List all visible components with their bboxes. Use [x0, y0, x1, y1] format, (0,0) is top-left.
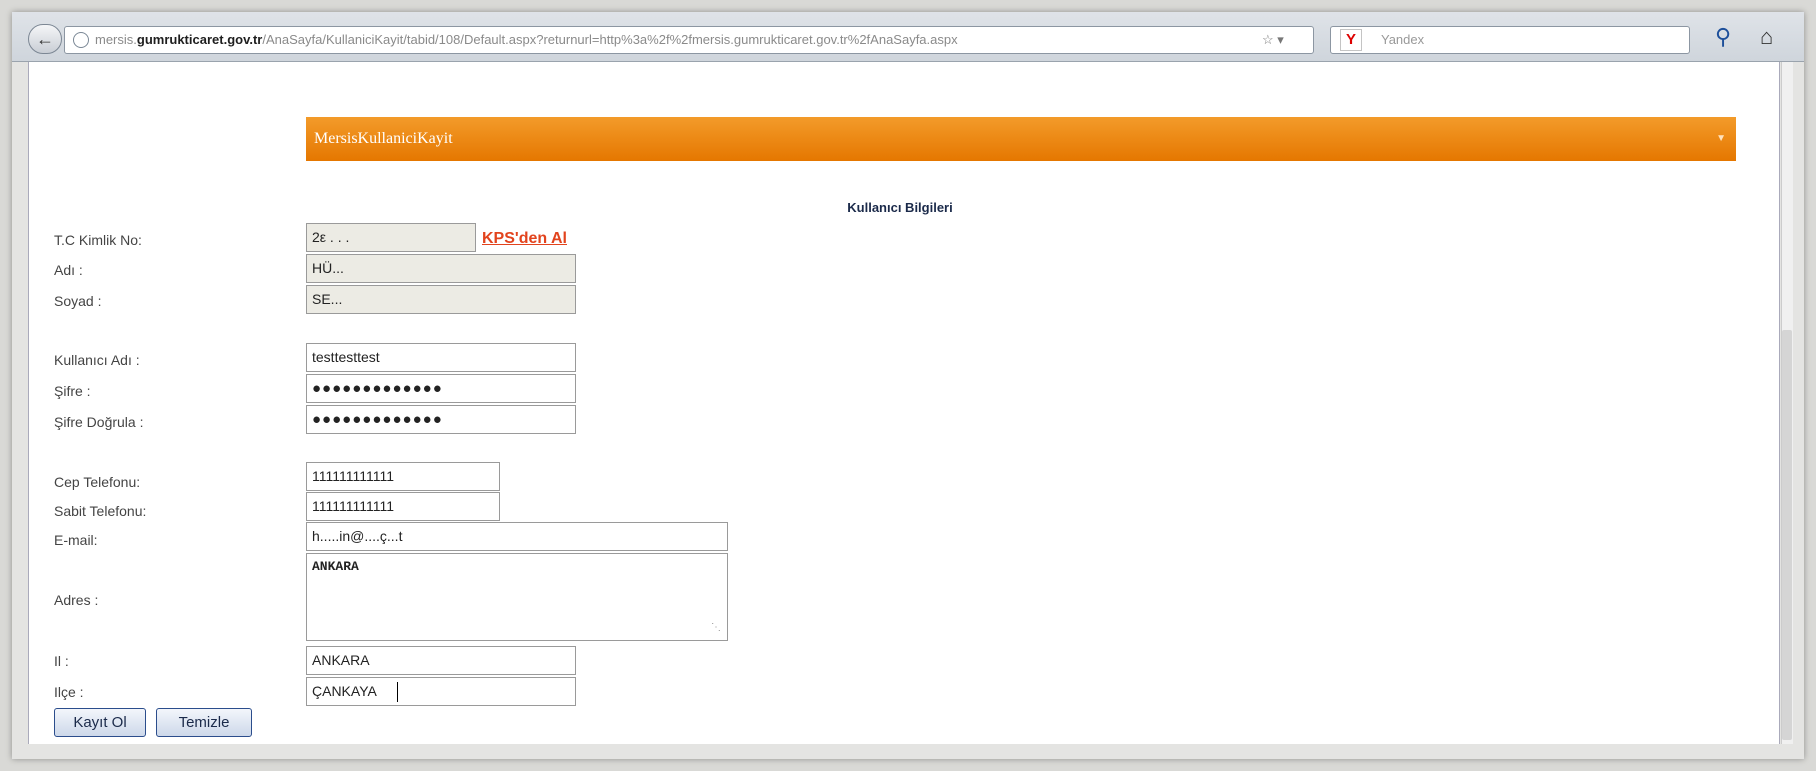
tc-label: T.C Kimlik No: — [54, 232, 142, 248]
username-field[interactable]: testtesttest — [306, 343, 576, 372]
tc-field[interactable]: 2ε . . . — [306, 223, 476, 252]
name-label: Adı : — [54, 262, 83, 278]
district-label: Ilçe : — [54, 684, 84, 700]
password-confirm-field[interactable]: ●●●●●●●●●●●●● — [306, 405, 576, 434]
globe-icon — [73, 32, 89, 48]
mobile-label: Cep Telefonu: — [54, 474, 141, 490]
address-bar[interactable]: mersis.gumrukticaret.gov.tr/AnaSayfa/Kul… — [64, 26, 1314, 54]
register-button[interactable]: Kayıt Ol — [54, 708, 146, 737]
section-title: Kullanıcı Bilgileri — [847, 200, 953, 215]
search-input[interactable]: Yandex — [1330, 26, 1690, 54]
surname-label: Soyad : — [54, 293, 102, 309]
yandex-logo-icon[interactable]: Y — [1340, 29, 1362, 51]
clear-button[interactable]: Temizle — [156, 708, 252, 737]
resize-handle-icon[interactable]: ⋱ — [711, 622, 721, 633]
city-field[interactable]: ANKARA — [306, 646, 576, 675]
text-cursor — [397, 682, 398, 702]
scrollbar-thumb[interactable] — [1782, 330, 1792, 740]
module-header: MersisKullaniciKayit ▼ — [306, 117, 1736, 161]
bookmark-star-icon[interactable]: ☆ ▾ — [1262, 26, 1284, 54]
address-label: Adres : — [54, 592, 99, 608]
email-label: E-mail: — [54, 532, 98, 548]
mobile-field[interactable]: 111111111111 — [306, 462, 500, 491]
city-label: Il : — [54, 653, 69, 669]
password-label: Şifre : — [54, 383, 91, 399]
back-button[interactable]: ← — [28, 24, 62, 54]
username-label: Kullanıcı Adı : — [54, 352, 140, 368]
password-confirm-label: Şifre Doğrula : — [54, 414, 144, 430]
surname-field[interactable]: SE... — [306, 285, 576, 314]
arrow-left-icon: ← — [36, 29, 54, 49]
page-content — [28, 62, 1780, 744]
landline-field[interactable]: 111111111111 — [306, 492, 500, 521]
landline-label: Sabit Telefonu: — [54, 503, 147, 519]
password-field[interactable]: ●●●●●●●●●●●●● — [306, 374, 576, 403]
search-placeholder: Yandex — [1381, 32, 1425, 47]
module-menu-icon[interactable]: ▼ — [1716, 117, 1726, 161]
kps-link[interactable]: KPS'den Al — [482, 230, 567, 248]
url-path: /AnaSayfa/KullaniciKayit/tabid/108/Defau… — [262, 32, 958, 47]
name-field[interactable]: HÜ... — [306, 254, 576, 283]
home-icon[interactable]: ⌂ — [1760, 24, 1773, 50]
district-field[interactable]: ÇANKAYA — [306, 677, 576, 706]
search-icon[interactable]: ⚲ — [1715, 24, 1731, 50]
address-textarea[interactable]: ANKARA — [306, 553, 728, 641]
module-title: MersisKullaniciKayit — [314, 130, 453, 147]
url-prefix: mersis. — [95, 32, 137, 47]
email-field[interactable]: h.....in@....ç...t — [306, 522, 728, 551]
url-domain: gumrukticaret.gov.tr — [136, 32, 263, 47]
